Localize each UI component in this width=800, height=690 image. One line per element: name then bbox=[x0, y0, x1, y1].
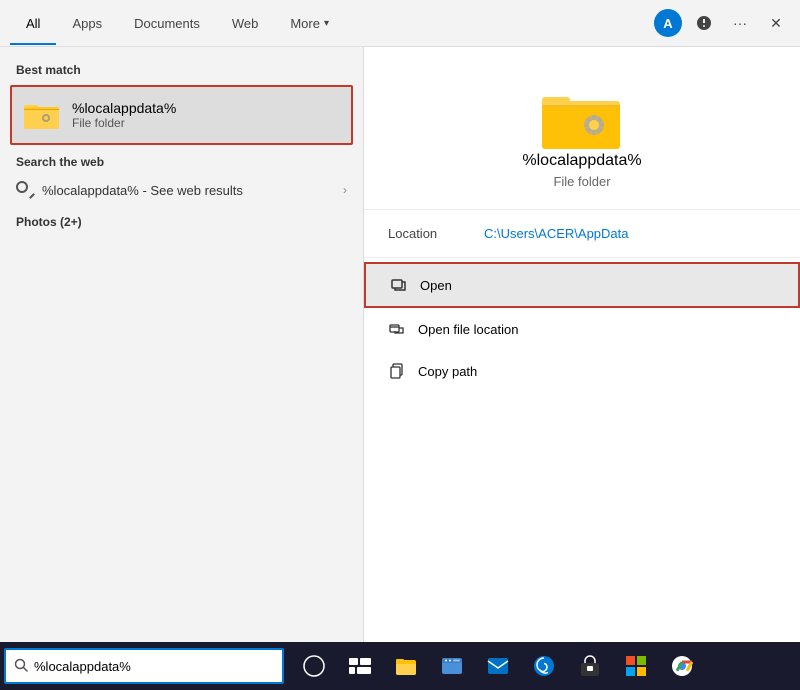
action-open-file-location[interactable]: Open file location bbox=[364, 308, 800, 350]
taskbar-browser-icon[interactable] bbox=[430, 644, 474, 688]
right-preview: %localappdata% File folder bbox=[364, 47, 800, 210]
best-match-subtitle: File folder bbox=[72, 116, 176, 130]
feedback-button[interactable] bbox=[690, 9, 718, 37]
copy-path-label: Copy path bbox=[418, 364, 477, 379]
tab-all[interactable]: All bbox=[10, 2, 56, 45]
right-actions: Open Open file location bbox=[364, 258, 800, 396]
tab-apps[interactable]: Apps bbox=[56, 2, 118, 45]
best-match-info: %localappdata% File folder bbox=[72, 100, 176, 130]
copy-path-icon bbox=[388, 362, 406, 380]
chevron-right-icon: › bbox=[343, 183, 347, 197]
ellipsis-button[interactable]: ··· bbox=[726, 9, 754, 37]
web-search-label: Search the web bbox=[0, 149, 363, 173]
taskbar: %localappdata% bbox=[0, 642, 800, 690]
search-icon bbox=[16, 181, 34, 199]
preview-subtitle: File folder bbox=[553, 174, 610, 189]
best-match-item[interactable]: %localappdata% File folder bbox=[10, 85, 353, 145]
taskbar-search-box[interactable]: %localappdata% bbox=[4, 648, 284, 684]
chevron-down-icon: ▾ bbox=[324, 18, 329, 29]
location-label: Location bbox=[388, 226, 468, 241]
close-button[interactable]: ✕ bbox=[762, 9, 790, 37]
content-area: Best match %localappda bbox=[0, 47, 800, 690]
best-match-label: Best match bbox=[0, 57, 363, 81]
taskbar-tiles-icon[interactable] bbox=[614, 644, 658, 688]
taskbar-mail-icon[interactable] bbox=[476, 644, 520, 688]
taskbar-icons bbox=[292, 644, 704, 688]
taskbar-circle-icon[interactable] bbox=[292, 644, 336, 688]
taskbar-file-explorer-icon[interactable] bbox=[384, 644, 428, 688]
open-icon bbox=[390, 276, 408, 294]
search-window: All Apps Documents Web More ▾ A ··· ✕ Be… bbox=[0, 0, 800, 690]
preview-folder-icon bbox=[542, 87, 622, 152]
location-value[interactable]: C:\Users\ACER\AppData bbox=[484, 226, 629, 241]
open-file-location-label: Open file location bbox=[418, 322, 518, 337]
tab-more[interactable]: More ▾ bbox=[274, 2, 345, 45]
left-panel: Best match %localappda bbox=[0, 47, 363, 690]
web-search-text: %localappdata% - See web results bbox=[42, 183, 335, 198]
preview-title: %localappdata% bbox=[522, 152, 641, 170]
photos-label: Photos (2+) bbox=[0, 207, 363, 233]
taskbar-store-icon[interactable] bbox=[568, 644, 612, 688]
taskbar-task-view-icon[interactable] bbox=[338, 644, 382, 688]
action-open[interactable]: Open bbox=[364, 262, 800, 308]
detail-row-location: Location C:\Users\ACER\AppData bbox=[388, 226, 776, 241]
taskbar-edge-icon[interactable] bbox=[522, 644, 566, 688]
right-details: Location C:\Users\ACER\AppData bbox=[364, 210, 800, 258]
web-search-item[interactable]: %localappdata% - See web results › bbox=[0, 173, 363, 207]
taskbar-search-text: %localappdata% bbox=[34, 659, 131, 674]
taskbar-chrome-icon[interactable] bbox=[660, 644, 704, 688]
taskbar-search-icon bbox=[14, 658, 28, 675]
best-match-title: %localappdata% bbox=[72, 100, 176, 116]
nav-tabs: All Apps Documents Web More ▾ A ··· ✕ bbox=[0, 0, 800, 47]
folder-icon bbox=[22, 95, 62, 135]
open-label: Open bbox=[420, 278, 452, 293]
tab-web[interactable]: Web bbox=[216, 2, 275, 45]
avatar[interactable]: A bbox=[654, 9, 682, 37]
action-copy-path[interactable]: Copy path bbox=[364, 350, 800, 392]
tab-documents[interactable]: Documents bbox=[118, 2, 216, 45]
nav-right-controls: A ··· ✕ bbox=[654, 9, 790, 37]
open-file-location-icon bbox=[388, 320, 406, 338]
right-panel: %localappdata% File folder Location C:\U… bbox=[363, 47, 800, 690]
